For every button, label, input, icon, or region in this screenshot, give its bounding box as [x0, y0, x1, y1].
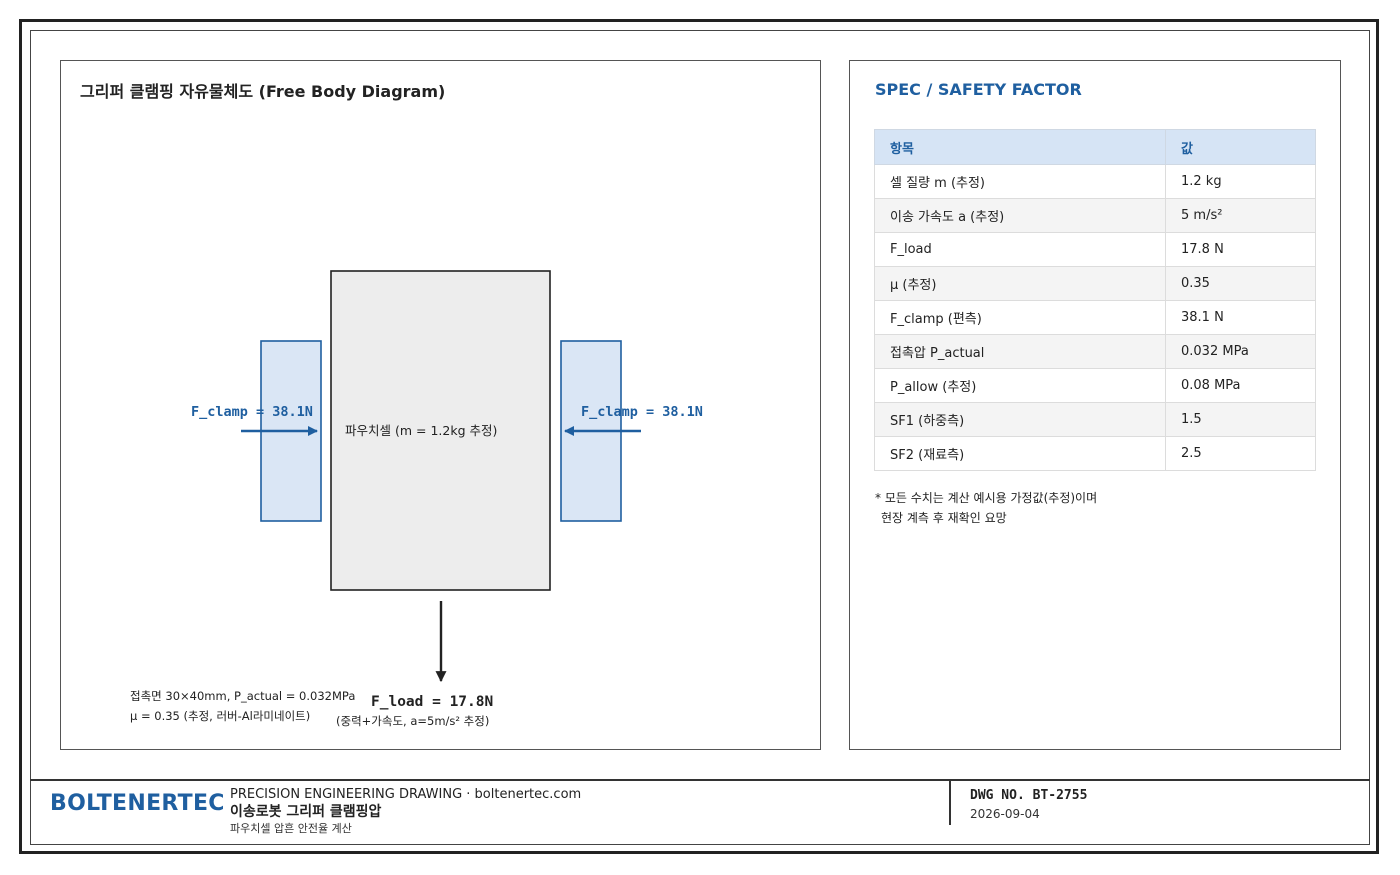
drawing-title: 이송로봇 그리퍼 클램핑압	[230, 804, 382, 820]
spec-value: 5 m/s²	[1165, 198, 1316, 233]
table-row: 셀 질량 m (추정) 1.2 kg	[874, 164, 1316, 199]
spec-item: F_clamp (편측)	[874, 300, 1166, 335]
brand-logo: BOLTENERTEC	[50, 791, 225, 816]
fbd-panel: 그리퍼 클램핑 자유물체도 (Free Body Diagram) 파우치셀 (…	[60, 60, 821, 750]
friction-coef-note: μ = 0.35 (추정, 러버-Al라미네이트)	[130, 709, 310, 723]
spec-title: SPEC / SAFETY FACTOR	[875, 80, 1082, 99]
table-row: SF2 (재료측) 2.5	[874, 436, 1316, 471]
titleblock-divider	[30, 779, 1370, 781]
spec-value: 2.5	[1165, 436, 1316, 471]
table-row: SF1 (하중측) 1.5	[874, 402, 1316, 437]
spec-value: 1.2 kg	[1165, 164, 1316, 199]
spec-item: SF2 (재료측)	[874, 436, 1166, 471]
drawing-date: 2026-09-04	[970, 807, 1040, 821]
assumption-note-line2: 현장 계측 후 재확인 요망	[881, 511, 1007, 525]
titleblock-separator	[949, 779, 951, 825]
table-row: 이송 가속도 a (추정) 5 m/s²	[874, 198, 1316, 233]
spec-value: 0.35	[1165, 266, 1316, 301]
table-row: μ (추정) 0.35	[874, 266, 1316, 301]
load-force-label: F_load = 17.8N	[371, 694, 493, 710]
spec-value: 38.1 N	[1165, 300, 1316, 335]
assumption-note: * 모든 수치는 계산 예시용 가정값(추정)이며 현장 계측 후 재확인 요망	[875, 488, 1097, 528]
spec-value: 17.8 N	[1165, 232, 1316, 267]
spec-header-item: 항목	[874, 129, 1166, 165]
spec-value: 0.032 MPa	[1165, 334, 1316, 369]
spec-table: 항목 값 셀 질량 m (추정) 1.2 kg 이송 가속도 a (추정) 5 m/…	[874, 129, 1316, 471]
spec-value: 1.5	[1165, 402, 1316, 437]
clamp-force-right-label: F_clamp = 38.1N	[581, 404, 703, 420]
spec-value: 0.08 MPa	[1165, 368, 1316, 403]
spec-item: 이송 가속도 a (추정)	[874, 198, 1166, 233]
spec-item: 접촉압 P_actual	[874, 334, 1166, 369]
titleblock-caption: PRECISION ENGINEERING DRAWING · boltener…	[230, 787, 582, 802]
spec-item: F_load	[874, 232, 1166, 267]
drawing-number: DWG NO. BT-2755	[970, 788, 1088, 803]
drawing-subtitle: 파우치셀 압흔 안전율 계산	[230, 822, 352, 835]
spec-item: μ (추정)	[874, 266, 1166, 301]
spec-item: P_allow (추정)	[874, 368, 1166, 403]
table-row: P_allow (추정) 0.08 MPa	[874, 368, 1316, 403]
titleblock-info: PRECISION ENGINEERING DRAWING · boltener…	[230, 786, 581, 837]
table-row: 접촉압 P_actual 0.032 MPa	[874, 334, 1316, 369]
assumption-note-line1: * 모든 수치는 계산 예시용 가정값(추정)이며	[875, 491, 1098, 505]
clamp-force-left-label: F_clamp = 38.1N	[191, 404, 313, 420]
fbd-diagram: 파우치셀 (m = 1.2kg 추정) F_clamp = 38.1N F_cl…	[130, 270, 703, 728]
spec-item: SF1 (하중측)	[874, 402, 1166, 437]
spec-item: 셀 질량 m (추정)	[874, 164, 1166, 199]
load-force-note: (중력+가속도, a=5m/s² 추정)	[336, 714, 489, 728]
drawing-number-block: DWG NO. BT-2755 2026-09-04	[970, 787, 1087, 823]
table-row: F_load 17.8 N	[874, 232, 1316, 267]
contact-area-note: 접촉면 30×40mm, P_actual = 0.032MPa	[130, 689, 355, 703]
table-row: F_clamp (편측) 38.1 N	[874, 300, 1316, 335]
pouch-cell-label: 파우치셀 (m = 1.2kg 추정)	[345, 423, 497, 438]
spec-table-header: 항목 값	[874, 129, 1316, 165]
spec-header-value: 값	[1165, 129, 1316, 165]
spec-panel: SPEC / SAFETY FACTOR 항목 값 셀 질량 m (추정) 1.2…	[849, 60, 1341, 750]
